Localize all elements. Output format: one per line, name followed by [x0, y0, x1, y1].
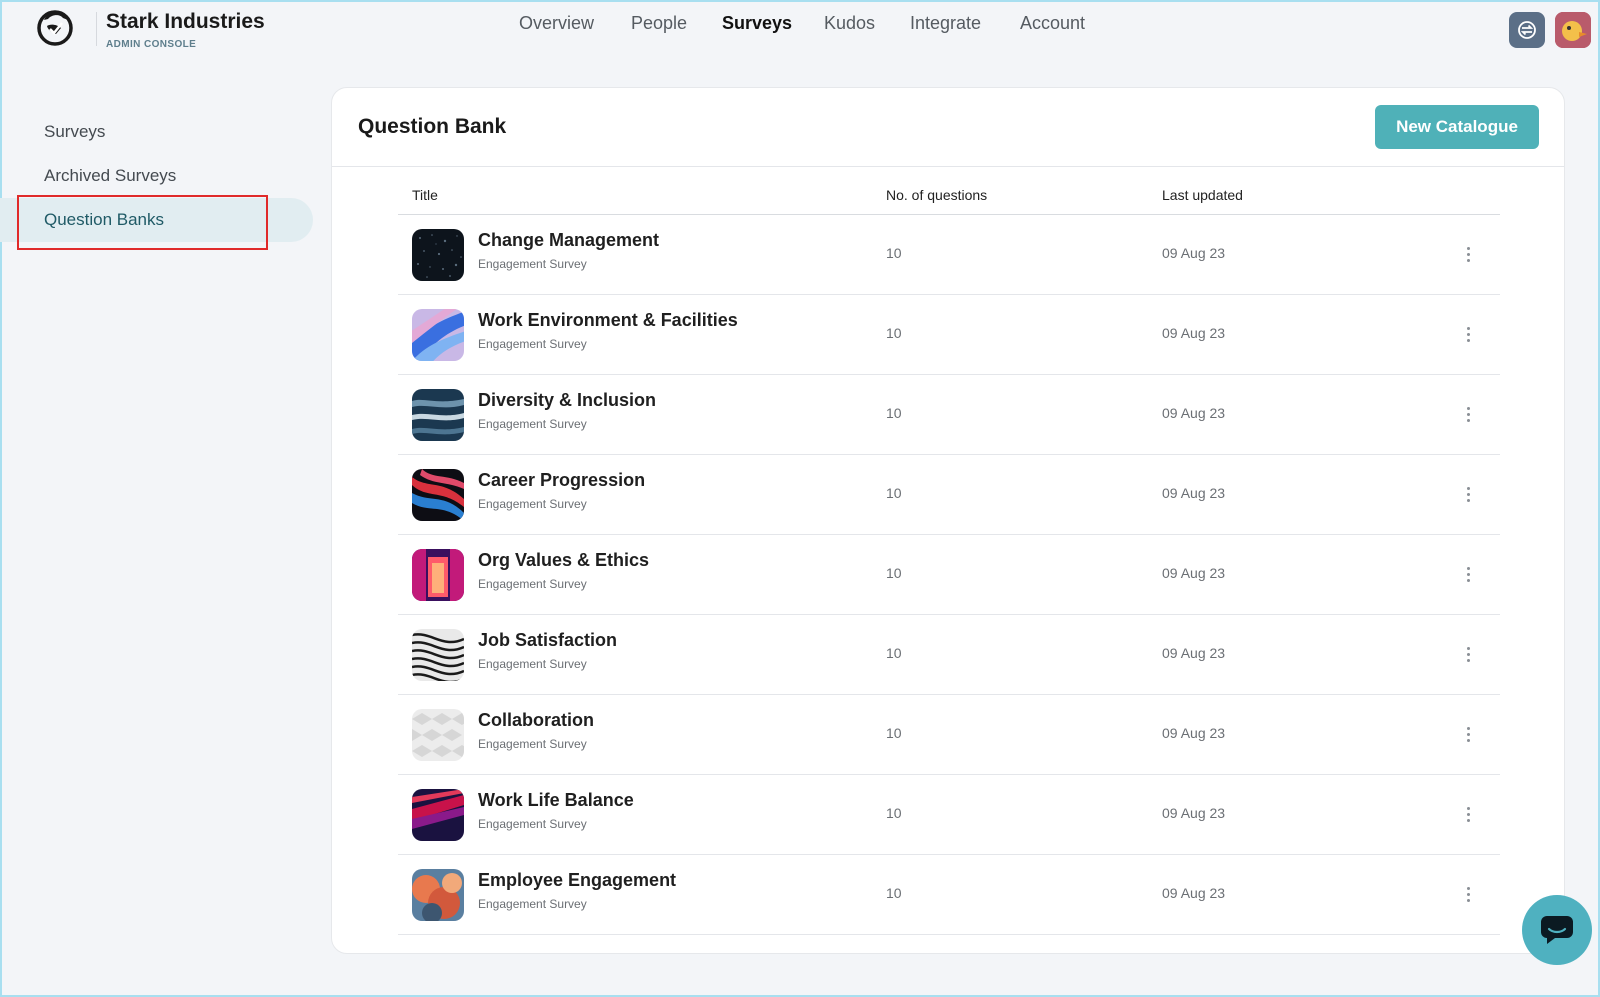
more-vertical-icon[interactable]	[1458, 641, 1478, 667]
row-question-count: 10	[886, 245, 902, 261]
row-question-count: 10	[886, 805, 902, 821]
avatar-button[interactable]	[1555, 12, 1591, 48]
row-question-count: 10	[886, 645, 902, 661]
row-last-updated: 09 Aug 23	[1162, 485, 1226, 501]
row-last-updated: 09 Aug 23	[1162, 565, 1226, 581]
more-vertical-icon[interactable]	[1458, 481, 1478, 507]
new-catalogue-button[interactable]: New Catalogue	[1375, 105, 1539, 149]
row-subtitle: Engagement Survey	[478, 657, 587, 671]
more-vertical-icon[interactable]	[1458, 321, 1478, 347]
column-questions[interactable]: No. of questions	[886, 187, 987, 203]
row-title: Job Satisfaction	[478, 630, 618, 650]
nav-surveys[interactable]: Surveys	[722, 13, 792, 34]
nav-kudos[interactable]: Kudos	[824, 13, 875, 34]
top-header: Stark Industries ADMIN CONSOLE Overview …	[0, 0, 1600, 60]
row-last-updated: 09 Aug 23	[1162, 245, 1226, 261]
sidebar-item-label: Surveys	[44, 122, 106, 141]
thumbnail-image	[412, 629, 464, 681]
row-title: Work Life Balance	[478, 790, 634, 810]
row-last-updated: 09 Aug 23	[1162, 725, 1226, 741]
thumbnail-image	[412, 309, 464, 361]
avatar-icon	[1555, 12, 1591, 48]
switch-icon	[1518, 21, 1536, 39]
row-last-updated: 09 Aug 23	[1162, 805, 1226, 821]
row-title: Work Environment & Facilities	[478, 310, 738, 330]
thumbnail-image	[412, 789, 464, 841]
more-vertical-icon[interactable]	[1458, 721, 1478, 747]
row-title: Career Progression	[478, 470, 646, 490]
row-subtitle: Engagement Survey	[478, 577, 587, 591]
thumbnail-image	[412, 549, 464, 601]
row-subtitle: Engagement Survey	[478, 737, 587, 751]
sidebar-item-surveys[interactable]: Surveys	[0, 110, 313, 154]
row-question-count: 10	[886, 325, 902, 341]
chat-bubble-icon	[1541, 916, 1573, 944]
top-nav: Overview People Surveys Kudos Integrate …	[0, 13, 1600, 37]
table-row[interactable]: Collaboration Engagement Survey 10 09 Au…	[398, 695, 1500, 775]
row-question-count: 10	[886, 885, 902, 901]
table-row[interactable]: Work Environment & Facilities Engagement…	[398, 295, 1500, 375]
nav-account[interactable]: Account	[1020, 13, 1085, 34]
thumbnail-image	[412, 709, 464, 761]
thumbnail-image	[412, 869, 464, 921]
page-title: Question Bank	[358, 115, 507, 138]
row-title: Diversity & Inclusion	[478, 390, 657, 410]
row-subtitle: Engagement Survey	[478, 497, 587, 511]
row-last-updated: 09 Aug 23	[1162, 885, 1226, 901]
sidebar-item-label: Archived Surveys	[44, 166, 177, 185]
table-row[interactable]: Org Values & Ethics Engagement Survey 10…	[398, 535, 1500, 615]
thumbnail-image	[412, 469, 464, 521]
row-title: Org Values & Ethics	[478, 550, 650, 570]
row-title: Change Management	[478, 230, 660, 250]
row-subtitle: Engagement Survey	[478, 337, 587, 351]
more-vertical-icon[interactable]	[1458, 241, 1478, 267]
thumbnail-image	[412, 389, 464, 441]
more-vertical-icon[interactable]	[1458, 561, 1478, 587]
sidebar-item-archived-surveys[interactable]: Archived Surveys	[0, 154, 313, 198]
row-subtitle: Engagement Survey	[478, 817, 587, 831]
table-row[interactable]: Employee Engagement Engagement Survey 10…	[398, 855, 1500, 935]
question-bank-table: Title No. of questions Last updated Chan…	[398, 167, 1500, 935]
row-last-updated: 09 Aug 23	[1162, 405, 1226, 421]
sidebar-item-question-banks[interactable]: Question Banks	[0, 198, 313, 242]
row-subtitle: Engagement Survey	[478, 257, 587, 271]
more-vertical-icon[interactable]	[1458, 881, 1478, 907]
row-last-updated: 09 Aug 23	[1162, 325, 1226, 341]
more-vertical-icon[interactable]	[1458, 801, 1478, 827]
brand-subtitle: ADMIN CONSOLE	[106, 39, 197, 50]
row-question-count: 10	[886, 485, 902, 501]
row-title: Collaboration	[478, 710, 594, 730]
nav-integrate[interactable]: Integrate	[910, 13, 981, 34]
table-row[interactable]: Diversity & Inclusion Engagement Survey …	[398, 375, 1500, 455]
row-question-count: 10	[886, 725, 902, 741]
table-row[interactable]: Change Management Engagement Survey 10 0…	[398, 215, 1500, 295]
chat-button[interactable]	[1522, 895, 1592, 965]
nav-overview[interactable]: Overview	[519, 13, 594, 34]
table-header: Title No. of questions Last updated	[398, 167, 1500, 215]
nav-people[interactable]: People	[631, 13, 687, 34]
sidebar-item-label: Question Banks	[44, 210, 165, 229]
row-subtitle: Engagement Survey	[478, 417, 587, 431]
column-title[interactable]: Title	[412, 187, 438, 203]
row-title: Employee Engagement	[478, 870, 677, 890]
row-last-updated: 09 Aug 23	[1162, 645, 1226, 661]
more-vertical-icon[interactable]	[1458, 401, 1478, 427]
table-row[interactable]: Work Life Balance Engagement Survey 10 0…	[398, 775, 1500, 855]
switch-button[interactable]	[1509, 12, 1545, 48]
thumbnail-image	[412, 229, 464, 281]
column-last-updated[interactable]: Last updated	[1162, 187, 1243, 203]
table-row[interactable]: Career Progression Engagement Survey 10 …	[398, 455, 1500, 535]
row-question-count: 10	[886, 565, 902, 581]
row-question-count: 10	[886, 405, 902, 421]
row-subtitle: Engagement Survey	[478, 897, 587, 911]
table-row[interactable]: Job Satisfaction Engagement Survey 10 09…	[398, 615, 1500, 695]
question-bank-panel: Question Bank New Catalogue Title No. of…	[331, 87, 1565, 954]
